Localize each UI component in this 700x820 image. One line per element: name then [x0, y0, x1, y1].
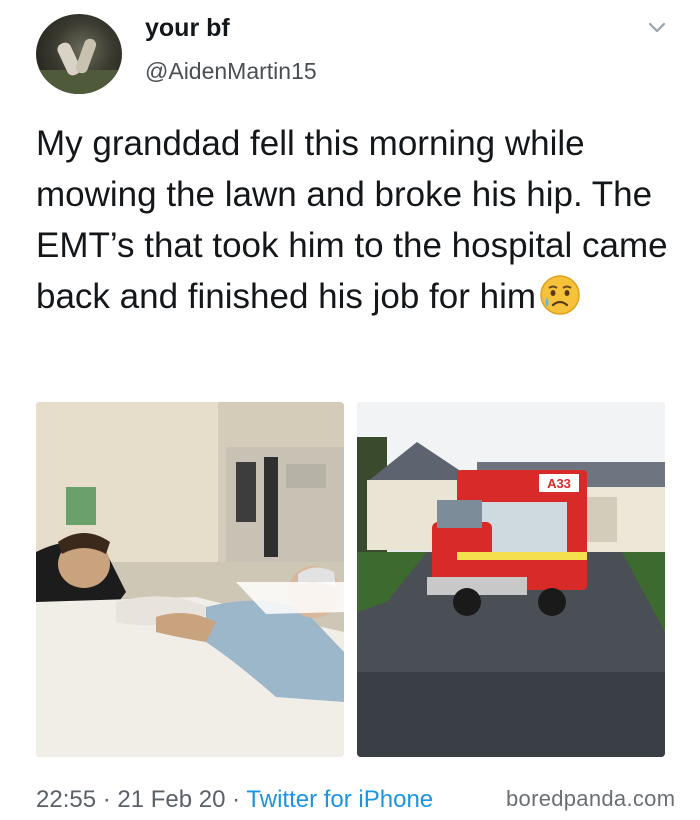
tweet-time[interactable]: 22:55 — [36, 786, 96, 813]
tweet-date[interactable]: 21 Feb 20 — [117, 786, 225, 813]
tweet-source-link[interactable]: Twitter for iPhone — [246, 786, 433, 813]
crying-face-icon — [540, 275, 580, 315]
separator: · — [102, 786, 111, 813]
chevron-down-icon[interactable] — [646, 16, 668, 38]
ambulance-number: A33 — [547, 476, 571, 491]
ambulance-driveway-photo[interactable]: A33 — [357, 402, 665, 757]
tweet-text: My granddad fell this morning while mowi… — [36, 118, 676, 322]
display-name[interactable]: your bf — [145, 14, 230, 43]
user-handle[interactable]: @AidenMartin15 — [145, 58, 317, 85]
avatar[interactable] — [36, 14, 122, 94]
tweet-metadata: 22:55 · 21 Feb 20 · Twitter for iPhone — [36, 786, 433, 814]
hospital-bed-photo[interactable] — [36, 402, 344, 757]
watermark: boredpanda.com — [506, 786, 676, 811]
separator: · — [232, 786, 241, 813]
